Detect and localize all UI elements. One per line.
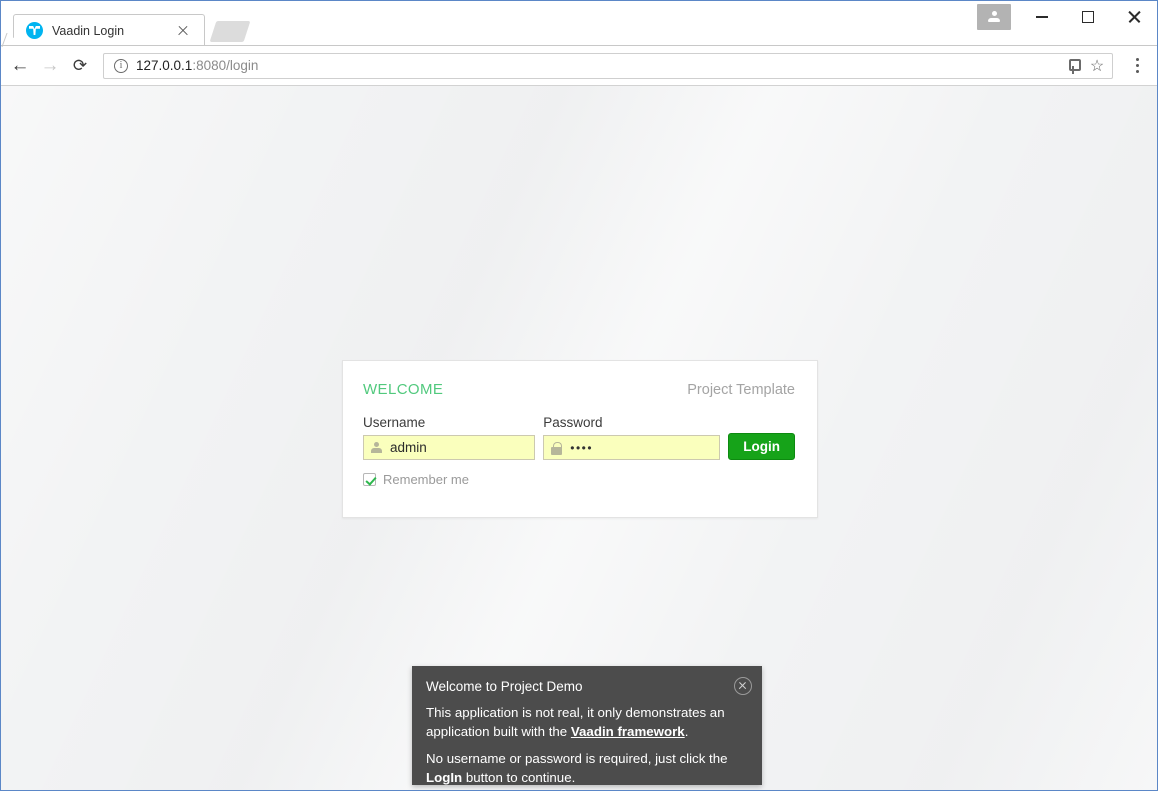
remember-me-row[interactable]: Remember me (363, 472, 795, 487)
browser-toolbar: ← → ⟳ i 127.0.0.1:8080/login ☆ (1, 46, 1157, 86)
back-icon[interactable]: ← (5, 51, 35, 81)
user-profile-icon[interactable] (977, 4, 1011, 30)
vaadin-framework-link[interactable]: Vaadin framework (571, 724, 685, 739)
window-controls (977, 1, 1157, 33)
toast-title: Welcome to Project Demo (426, 679, 583, 694)
remember-me-label: Remember me (383, 472, 469, 487)
password-field-group: Password •••• (543, 415, 721, 460)
browser-tab[interactable]: Vaadin Login (13, 14, 205, 46)
site-info-icon[interactable]: i (114, 58, 128, 73)
minimize-button[interactable] (1019, 1, 1065, 33)
welcome-heading: WELCOME (363, 381, 444, 398)
toast-p2-bold: LogIn (426, 769, 463, 785)
tab-strip: Vaadin Login (1, 1, 1157, 46)
page-viewport: WELCOME Project Template Username admin … (1, 86, 1157, 790)
toast-paragraph-2: No username or password is required, jus… (426, 750, 746, 787)
window-close-button[interactable] (1111, 1, 1157, 33)
person-icon (370, 441, 383, 455)
toast-p1-text-after: . (684, 723, 689, 739)
notification-toast: Welcome to Project Demo This application… (412, 666, 762, 785)
forward-icon[interactable]: → (35, 51, 65, 81)
three-dot-menu-icon[interactable] (1125, 53, 1149, 79)
key-icon[interactable] (1062, 55, 1084, 77)
reload-icon[interactable]: ⟳ (65, 51, 95, 81)
remember-me-checkbox[interactable] (363, 473, 376, 486)
url-host: 127.0.0.1 (136, 58, 193, 73)
username-label: Username (363, 415, 426, 430)
maximize-button[interactable] (1065, 1, 1111, 33)
password-label: Password (543, 415, 603, 430)
card-header: WELCOME Project Template (363, 381, 795, 398)
username-value: admin (390, 440, 427, 455)
tab-strip-base (1, 45, 1157, 46)
username-field-group: Username admin (363, 415, 536, 460)
lock-icon (550, 441, 563, 455)
tab-title: Vaadin Login (52, 23, 125, 38)
toast-close-icon[interactable] (734, 677, 752, 695)
bookmark-star-icon[interactable]: ☆ (1086, 56, 1108, 76)
url-path: :8080/login (192, 58, 259, 73)
toast-paragraph-1: This application is not real, it only de… (426, 704, 746, 741)
username-input[interactable]: admin (363, 435, 536, 460)
login-card: WELCOME Project Template Username admin … (342, 360, 818, 518)
password-value: •••• (570, 440, 594, 455)
login-button[interactable]: Login (728, 433, 795, 460)
new-tab-button[interactable] (209, 21, 251, 42)
address-bar[interactable]: i 127.0.0.1:8080/login ☆ (103, 52, 1113, 79)
url-text: 127.0.0.1:8080/login (136, 58, 258, 73)
browser-window: Vaadin Login ← → ⟳ i 127.0.0.1:8080/logi… (0, 0, 1158, 791)
tab-close-icon[interactable] (174, 22, 192, 40)
toast-p2-text-after: button to continue. (462, 769, 576, 785)
brand-label: Project Template (687, 382, 795, 398)
login-fields: Username admin Password •••• Login (363, 415, 795, 460)
toast-p2-text-before: No username or password is required, jus… (426, 751, 728, 766)
vaadin-logo-icon (26, 22, 43, 39)
password-input[interactable]: •••• (543, 435, 721, 460)
